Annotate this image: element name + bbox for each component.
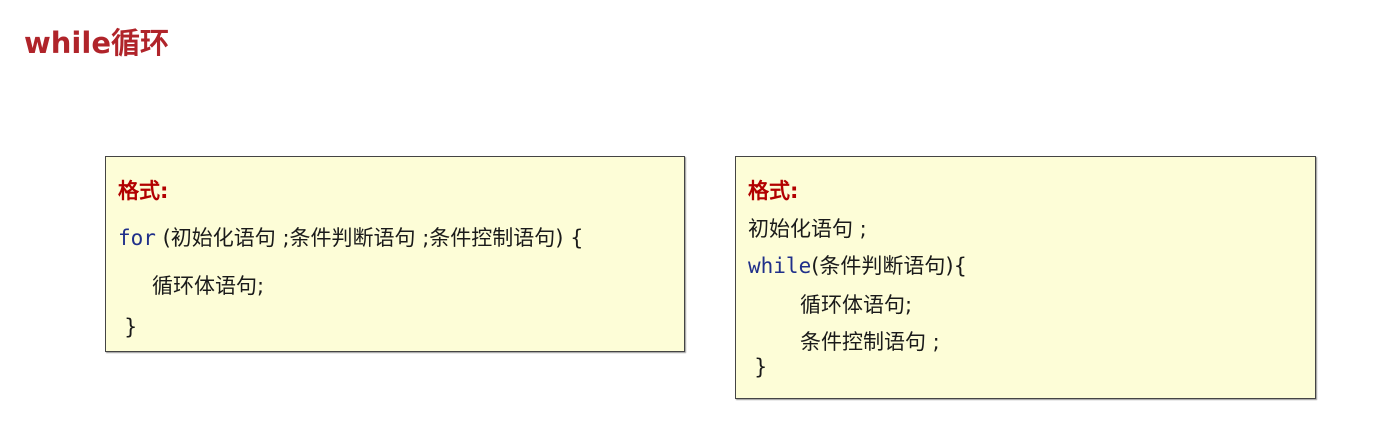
for-closing-brace: } — [124, 315, 138, 339]
while-statement-rest: (条件判断语句){ — [811, 254, 967, 278]
while-keyword: while — [748, 254, 812, 278]
for-statement-line: for (初始化语句 ;条件判断语句 ;条件控制语句) { — [118, 222, 584, 252]
while-statement-line: while(条件判断语句){ — [748, 250, 967, 280]
for-body-line: 循环体语句; — [152, 274, 265, 298]
for-format-header: 格式: — [118, 179, 169, 203]
for-statement-rest: (初始化语句 ;条件判断语句 ;条件控制语句) { — [155, 226, 584, 250]
while-format-header: 格式: — [748, 179, 799, 203]
for-keyword: for — [118, 226, 156, 250]
while-control-line: 条件控制语句 ; — [800, 330, 940, 354]
while-body-line: 循环体语句; — [800, 293, 913, 317]
slide-title: while循环 — [24, 26, 169, 60]
while-closing-brace: } — [754, 355, 768, 379]
for-format-box: 格式: for (初始化语句 ;条件判断语句 ;条件控制语句) { 循环体语句;… — [105, 156, 685, 352]
while-init-line: 初始化语句 ; — [748, 217, 867, 241]
while-format-box: 格式: 初始化语句 ; while(条件判断语句){ 循环体语句; 条件控制语句… — [735, 156, 1316, 399]
